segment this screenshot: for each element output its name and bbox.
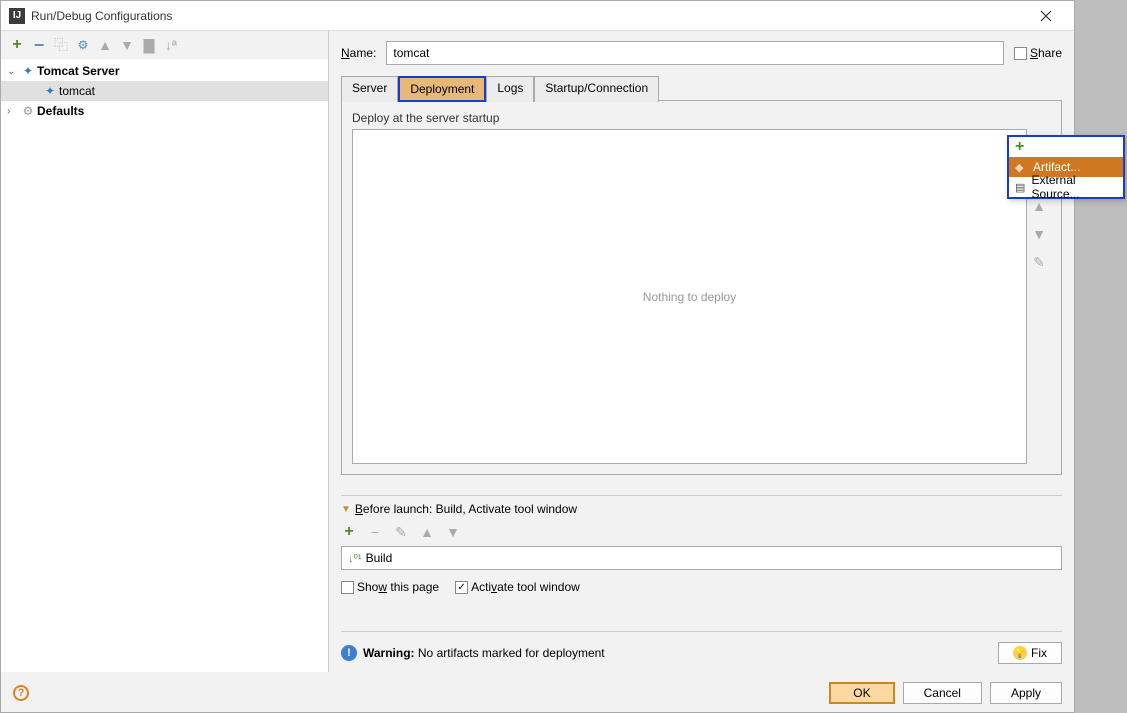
expand-arrow-icon: › [7,106,19,117]
tree-label: Tomcat Server [37,64,119,78]
build-label: Build [366,551,393,565]
defaults-icon: ⚙ [19,104,37,118]
remove-config-button[interactable]: − [31,37,47,53]
deploy-down-button[interactable]: ▼ [1030,225,1048,243]
left-toolbar: + − ⿻ ⚙ ▲ ▼ ▇ ↓ª [1,31,328,59]
close-icon [1040,10,1052,22]
bl-down-button[interactable]: ▼ [445,524,461,540]
name-input[interactable] [386,41,1004,65]
checkbox-icon [341,581,354,594]
tree-node-tomcat[interactable]: ✦ tomcat [1,81,328,101]
warning-text: No artifacts marked for deployment [418,646,605,660]
warning-row: ! Warning: No artifacts marked for deplo… [341,631,1062,664]
move-up-button[interactable]: ▲ [97,37,113,53]
external-source-icon: ▤ [1015,181,1028,194]
artifact-icon: ◆ [1015,161,1029,174]
config-tree: ⌄ ✦ Tomcat Server ✦ tomcat › ⚙ Defaults [1,59,328,672]
folder-button[interactable]: ▇ [141,37,157,53]
help-button[interactable]: ? [13,685,29,701]
tab-startup[interactable]: Startup/Connection [534,76,659,102]
ok-button[interactable]: OK [829,682,894,704]
name-label: Name: [341,46,376,60]
deploy-edit-button[interactable]: ✎ [1030,253,1048,271]
right-panel: Name: Share Server Deployment Logs Start… [329,31,1074,672]
app-icon: IJ [9,8,25,24]
tree-node-tomcat-server[interactable]: ⌄ ✦ Tomcat Server [1,61,328,81]
tab-deployment[interactable]: Deployment [398,76,486,102]
footer: ? OK Cancel Apply [1,674,1074,712]
deploy-label: Deploy at the server startup [352,111,1051,125]
bulb-icon: 💡 [1013,646,1027,660]
before-launch-toolbar: + − ✎ ▲ ▼ [341,522,1062,546]
add-config-button[interactable]: + [9,37,25,53]
warning-label: Warning: [363,646,415,660]
fix-button[interactable]: 💡 Fix [998,642,1062,664]
sort-button[interactable]: ↓ª [163,37,179,53]
tree-label: Defaults [37,104,84,118]
popup-item-external[interactable]: ▤ External Source... [1009,177,1123,197]
bl-add-button[interactable]: + [341,524,357,540]
activate-window-checkbox[interactable]: ✓ Activate tool window [455,580,580,594]
left-panel: + − ⿻ ⚙ ▲ ▼ ▇ ↓ª ⌄ ✦ Tomcat Server ✦ tom… [1,31,329,672]
popup-add-icon-row: + [1009,137,1123,157]
tree-label: tomcat [59,84,95,98]
cancel-button[interactable]: Cancel [903,682,982,704]
checkbox-icon [1014,47,1027,60]
build-task[interactable]: ↓⁰¹ Build [341,546,1062,570]
deploy-list[interactable]: Nothing to deploy [352,129,1027,464]
build-icon: ↓⁰¹ [348,552,362,565]
bl-edit-button[interactable]: ✎ [393,524,409,540]
save-config-button[interactable]: ⚙ [75,37,91,53]
tab-bar: Server Deployment Logs Startup/Connectio… [341,75,1062,101]
checkbox-icon: ✓ [455,581,468,594]
apply-button[interactable]: Apply [990,682,1062,704]
warning-icon: ! [341,645,357,661]
bl-up-button[interactable]: ▲ [419,524,435,540]
show-page-checkbox[interactable]: Show this page [341,580,439,594]
share-checkbox[interactable]: Share [1014,46,1062,60]
tomcat-server-icon: ✦ [19,64,37,78]
move-down-button[interactable]: ▼ [119,37,135,53]
before-launch-header[interactable]: ▼ Before launch: Build, Activate tool wi… [341,495,1062,516]
tab-logs[interactable]: Logs [486,76,534,102]
add-popup: + ◆ Artifact... ▤ External Source... [1007,135,1125,199]
bl-remove-button[interactable]: − [367,524,383,540]
tree-node-defaults[interactable]: › ⚙ Defaults [1,101,328,121]
window-title: Run/Debug Configurations [31,9,1026,23]
expand-arrow-icon: ⌄ [7,66,19,77]
deploy-empty-text: Nothing to deploy [643,290,736,304]
tab-server[interactable]: Server [341,76,398,102]
collapse-arrow-icon: ▼ [341,504,351,515]
tab-content: Deploy at the server startup Nothing to … [341,101,1062,475]
tomcat-icon: ✦ [41,84,59,98]
close-button[interactable] [1026,2,1066,30]
titlebar: IJ Run/Debug Configurations [1,1,1074,31]
copy-config-button[interactable]: ⿻ [53,37,69,53]
